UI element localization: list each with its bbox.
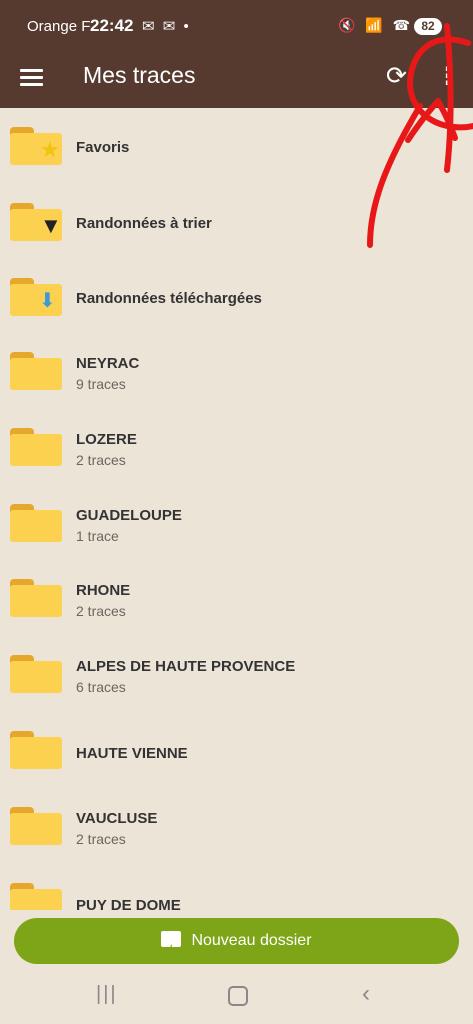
folder-download-icon: ⬇: [10, 278, 62, 316]
new-folder-button[interactable]: Nouveau dossier: [14, 918, 459, 973]
hamburger-menu-icon[interactable]: [20, 66, 44, 90]
new-folder-label: Nouveau dossier: [191, 932, 312, 949]
folder-name: Randonnées téléchargées: [76, 290, 262, 307]
folder-item[interactable]: ALPES DE HAUTE PROVENCE 6 traces: [0, 638, 473, 713]
folder-icon: [10, 731, 62, 769]
clock: 22:42: [90, 16, 134, 35]
more-vertical-icon[interactable]: ⋮: [436, 62, 460, 91]
folder-icon: [10, 352, 62, 390]
home-button[interactable]: [228, 986, 248, 1006]
folder-name: ALPES DE HAUTE PROVENCE: [76, 658, 296, 675]
carrier-label: Orange F: [27, 18, 91, 35]
folder-name: LOZERE: [76, 431, 137, 448]
folder-list: ★ Favoris ▼ Randonnées à trier ⬇ Randonnées t…: [0, 108, 473, 910]
page-title: Mes traces: [83, 62, 196, 88]
back-button[interactable]: ‹: [362, 980, 370, 1008]
trace-count: 2 traces: [76, 452, 126, 468]
android-navigation-bar: ||| ‹: [0, 970, 473, 1024]
recent-apps-button[interactable]: |||: [96, 983, 118, 1006]
folder-name: GUADELOUPE: [76, 507, 182, 524]
app-toolbar: Mes traces ⟳ ⋮: [0, 56, 473, 108]
folder-name: Favoris: [76, 139, 130, 156]
trace-count: 2 traces: [76, 831, 126, 847]
folder-item[interactable]: PUY DE DOME: [0, 866, 473, 910]
create-folder-icon: [161, 927, 182, 973]
folder-icon: [10, 579, 62, 617]
folder-name: VAUCLUSE: [76, 810, 158, 827]
status-bar: Orange F 22:42 ✉ ✉ • 🔇 📶 ☎ ▮ 82: [0, 0, 473, 56]
trace-count: 2 traces: [76, 603, 126, 619]
trace-count: 6 traces: [76, 679, 126, 695]
folder-icon: [10, 883, 62, 910]
trace-count: 1 trace: [76, 528, 119, 544]
folder-item[interactable]: GUADELOUPE 1 trace: [0, 487, 473, 562]
folder-item[interactable]: ⬇ Randonnées téléchargées: [0, 259, 473, 334]
sync-icon[interactable]: ⟳: [386, 61, 407, 91]
folder-item[interactable]: LOZERE 2 traces: [0, 411, 473, 486]
folder-name: HAUTE VIENNE: [76, 745, 188, 762]
folder-item[interactable]: RHONE 2 traces: [0, 562, 473, 637]
folder-icon: [10, 428, 62, 466]
trace-count: 9 traces: [76, 376, 126, 392]
folder-item[interactable]: HAUTE VIENNE: [0, 714, 473, 789]
folder-star-icon: ★: [10, 127, 62, 165]
folder-item[interactable]: NEYRAC 9 traces: [0, 335, 473, 410]
notification-icons: ✉ ✉ •: [142, 18, 191, 35]
folder-icon: [10, 655, 62, 693]
folder-icon: [10, 807, 62, 845]
folder-item[interactable]: ▼ Randonnées à trier: [0, 184, 473, 259]
folder-filter-icon: ▼: [10, 203, 62, 241]
folder-name: Randonnées à trier: [76, 215, 212, 232]
folder-item[interactable]: VAUCLUSE 2 traces: [0, 790, 473, 865]
folder-name: NEYRAC: [76, 355, 140, 372]
folder-item[interactable]: ★ Favoris: [0, 108, 473, 183]
folder-name: PUY DE DOME: [76, 897, 181, 910]
folder-name: RHONE: [76, 582, 131, 599]
folder-icon: [10, 504, 62, 542]
battery-indicator: 82: [414, 18, 442, 35]
